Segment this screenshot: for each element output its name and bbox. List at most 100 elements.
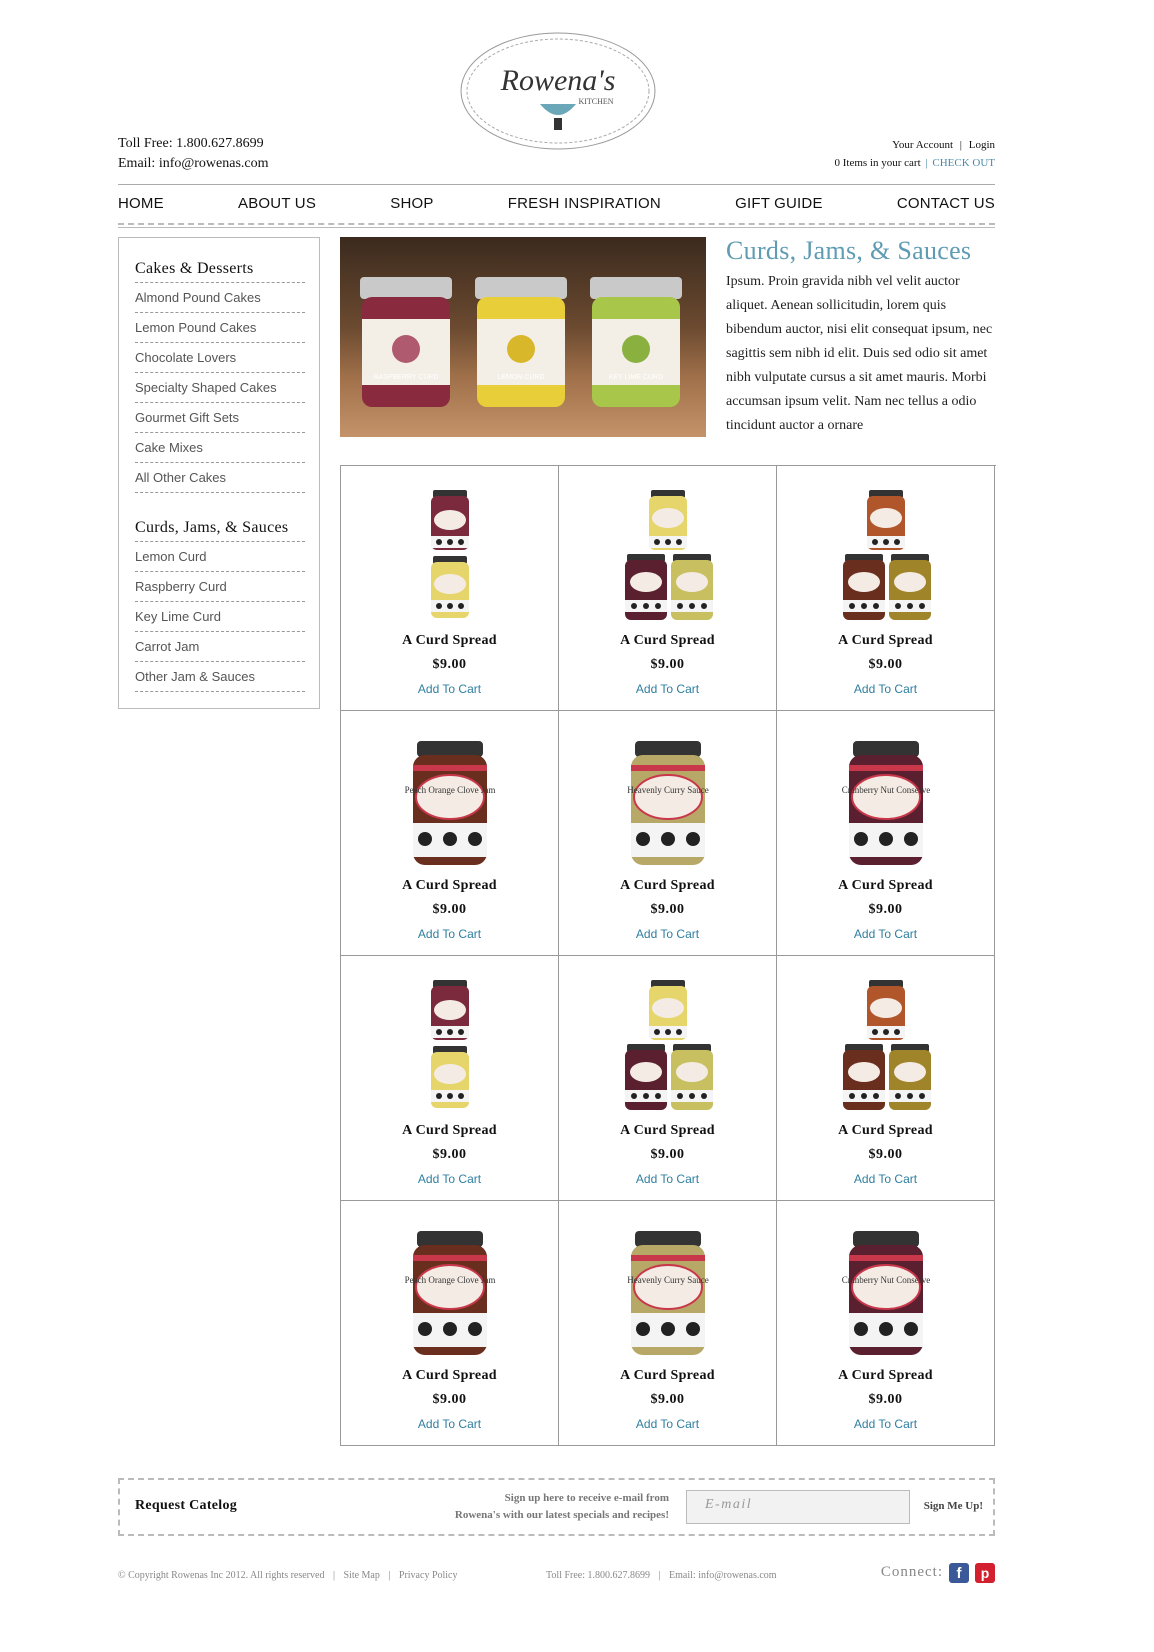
product-name[interactable]: A Curd Spread (777, 1368, 994, 1384)
main-nav: HOME ABOUT US SHOP FRESH INSPIRATION GIFT GU… (118, 184, 995, 228)
pinterest-icon[interactable]: p (975, 1563, 995, 1583)
sidebar-item-raspberry-curd[interactable]: Raspberry Curd (135, 572, 305, 602)
product-card[interactable]: Cranberry Nut Conserve A Curd Spread $9.0… (777, 711, 995, 956)
add-to-cart-link[interactable]: Add To Cart (559, 927, 776, 941)
jar-label: Cranberry Nut Conserve (841, 1275, 929, 1285)
product-image[interactable] (613, 486, 723, 626)
product-card[interactable]: A Curd Spread $9.00 Add To Cart (559, 956, 777, 1201)
product-image[interactable]: Cranberry Nut Conserve (831, 731, 941, 871)
sidebar-item-specialty-shaped-cakes[interactable]: Specialty Shaped Cakes (135, 373, 305, 403)
sidebar-item-lemon-curd[interactable]: Lemon Curd (135, 542, 305, 572)
product-name[interactable]: A Curd Spread (777, 1123, 994, 1139)
product-price: $9.00 (650, 1392, 685, 1407)
signup-message: Sign up here to receive e-mail from Rowe… (455, 1490, 669, 1524)
product-name[interactable]: A Curd Spread (777, 633, 994, 649)
category-heading-curds[interactable]: Curds, Jams, & Sauces (135, 517, 305, 542)
add-to-cart-link[interactable]: Add To Cart (341, 1172, 558, 1186)
product-name[interactable]: A Curd Spread (341, 878, 558, 894)
product-price: $9.00 (868, 657, 903, 672)
hero-jar-label: KEY LIME CURD (609, 374, 663, 381)
nav-item-fresh-inspiration[interactable]: FRESH INSPIRATION (508, 195, 661, 212)
product-image[interactable] (395, 486, 505, 626)
add-to-cart-link[interactable]: Add To Cart (341, 682, 558, 696)
product-price: $9.00 (868, 1147, 903, 1162)
product-image[interactable]: Peach Orange Clove Jam (395, 1221, 505, 1361)
product-price: $9.00 (432, 1392, 467, 1407)
nav-item-shop[interactable]: SHOP (390, 195, 433, 212)
email-input[interactable]: E-mail (686, 1490, 910, 1524)
sidebar-item-gourmet-gift-sets[interactable]: Gourmet Gift Sets (135, 403, 305, 433)
sidebar-item-cake-mixes[interactable]: Cake Mixes (135, 433, 305, 463)
facebook-icon[interactable]: f (949, 1563, 969, 1583)
product-name[interactable]: A Curd Spread (341, 633, 558, 649)
add-to-cart-link[interactable]: Add To Cart (559, 682, 776, 696)
request-catalog-link[interactable]: Request Catelog (135, 1498, 237, 1514)
product-image[interactable]: Heavenly Curry Sauce (613, 1221, 723, 1361)
sidebar-item-other-jam-sauces[interactable]: Other Jam & Sauces (135, 662, 305, 692)
nav-item-home[interactable]: HOME (118, 195, 164, 212)
product-card[interactable]: A Curd Spread $9.00 Add To Cart (777, 956, 995, 1201)
add-to-cart-link[interactable]: Add To Cart (341, 1417, 558, 1431)
product-name[interactable]: A Curd Spread (559, 1368, 776, 1384)
add-to-cart-link[interactable]: Add To Cart (777, 927, 994, 941)
product-card[interactable]: A Curd Spread $9.00 Add To Cart (341, 956, 559, 1201)
product-image[interactable]: Heavenly Curry Sauce (613, 731, 723, 871)
account-links: Your Account | Login 0 Items in your car… (835, 136, 996, 172)
login-link[interactable]: Login (969, 139, 995, 151)
product-price: $9.00 (868, 1392, 903, 1407)
product-image[interactable] (831, 976, 941, 1116)
nav-item-about-us[interactable]: ABOUT US (238, 195, 316, 212)
sidebar-item-lemon-pound-cakes[interactable]: Lemon Pound Cakes (135, 313, 305, 343)
rowenas-logo[interactable]: Rowena's KITCHEN (458, 30, 658, 152)
separator: | (925, 157, 928, 169)
product-card[interactable]: Heavenly Curry Sauce A Curd Spread $9.00 A… (559, 1201, 777, 1446)
product-image[interactable] (395, 976, 505, 1116)
product-image[interactable] (613, 976, 723, 1116)
product-card[interactable]: Peach Orange Clove Jam A Curd Spread $9.0… (341, 1201, 559, 1446)
add-to-cart-link[interactable]: Add To Cart (777, 1417, 994, 1431)
product-card[interactable]: A Curd Spread $9.00 Add To Cart (559, 466, 777, 711)
nav-item-contact-us[interactable]: CONTACT US (897, 195, 995, 212)
category-description: Ipsum. Proin gravida nibh vel velit auct… (726, 274, 993, 433)
connect-label: Connect: (880, 1564, 943, 1580)
product-name[interactable]: A Curd Spread (559, 633, 776, 649)
jar-label: Peach Orange Clove Jam (404, 1275, 495, 1285)
product-image[interactable] (831, 486, 941, 626)
site-map-link[interactable]: Site Map (343, 1570, 379, 1581)
sign-me-up-button[interactable]: Sign Me Up! (924, 1500, 983, 1512)
hero-jar: LEMON CURD (475, 277, 567, 407)
add-to-cart-link[interactable]: Add To Cart (777, 1172, 994, 1186)
add-to-cart-link[interactable]: Add To Cart (777, 682, 994, 696)
cart-count[interactable]: 0 Items in your cart (835, 157, 921, 169)
category-heading-cakes[interactable]: Cakes & Desserts (135, 258, 305, 283)
product-card[interactable]: Peach Orange Clove Jam A Curd Spread $9.0… (341, 711, 559, 956)
product-name[interactable]: A Curd Spread (777, 878, 994, 894)
product-name[interactable]: A Curd Spread (341, 1123, 558, 1139)
hero-jars-image: RASPBERRY CURD LEMON CURD KEY LIME CURD (340, 237, 706, 437)
sidebar-item-almond-pound-cakes[interactable]: Almond Pound Cakes (135, 283, 305, 313)
product-image[interactable]: Cranberry Nut Conserve (831, 1221, 941, 1361)
checkout-link[interactable]: CHECK OUT (932, 157, 995, 169)
add-to-cart-link[interactable]: Add To Cart (559, 1417, 776, 1431)
add-to-cart-link[interactable]: Add To Cart (559, 1172, 776, 1186)
privacy-policy-link[interactable]: Privacy Policy (399, 1570, 458, 1581)
nav-item-gift-guide[interactable]: GIFT GUIDE (735, 195, 823, 212)
sidebar-item-key-lime-curd[interactable]: Key Lime Curd (135, 602, 305, 632)
signup-message-line2: Rowena's with our latest specials and re… (454, 1509, 669, 1521)
sidebar-item-chocolate-lovers[interactable]: Chocolate Lovers (135, 343, 305, 373)
product-card[interactable]: A Curd Spread $9.00 Add To Cart (777, 466, 995, 711)
jar-label: Heavenly Curry Sauce (627, 785, 708, 795)
add-to-cart-link[interactable]: Add To Cart (341, 927, 558, 941)
hero-jar: RASPBERRY CURD (360, 277, 452, 407)
product-name[interactable]: A Curd Spread (559, 1123, 776, 1139)
your-account-link[interactable]: Your Account (892, 139, 953, 151)
product-card[interactable]: Heavenly Curry Sauce A Curd Spread $9.00 A… (559, 711, 777, 956)
product-name[interactable]: A Curd Spread (559, 878, 776, 894)
footer-toll-free: Toll Free: 1.800.627.8699 (546, 1570, 651, 1581)
product-card[interactable]: Cranberry Nut Conserve A Curd Spread $9.0… (777, 1201, 995, 1446)
product-image[interactable]: Peach Orange Clove Jam (395, 731, 505, 871)
product-name[interactable]: A Curd Spread (341, 1368, 558, 1384)
sidebar-item-all-other-cakes[interactable]: All Other Cakes (135, 463, 305, 493)
product-card[interactable]: A Curd Spread $9.00 Add To Cart (341, 466, 559, 711)
sidebar-item-carrot-jam[interactable]: Carrot Jam (135, 632, 305, 662)
